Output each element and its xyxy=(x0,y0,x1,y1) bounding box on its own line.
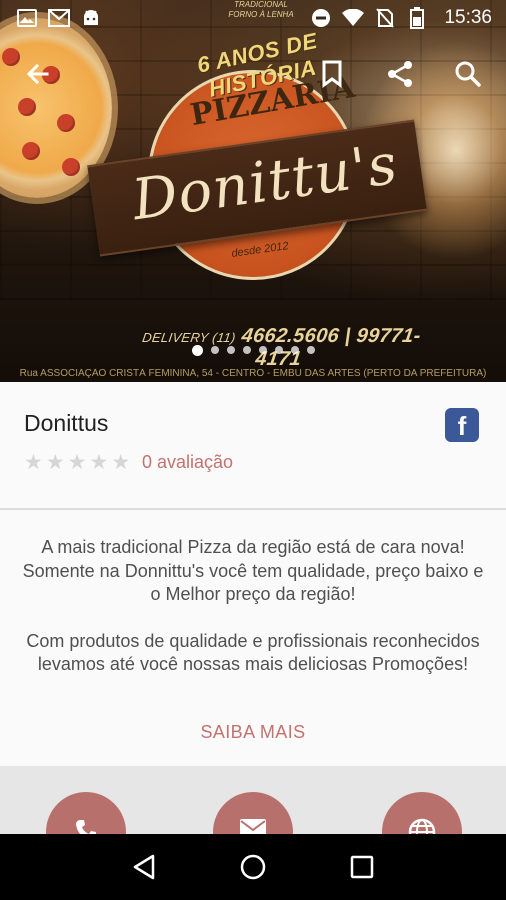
bookmark-icon[interactable] xyxy=(314,56,350,92)
website-button[interactable] xyxy=(382,792,462,834)
carousel-dot[interactable] xyxy=(258,346,267,354)
star-icon[interactable]: ★ xyxy=(111,452,130,474)
phone-icon xyxy=(74,818,98,834)
section-divider xyxy=(0,508,506,510)
no-sim-icon xyxy=(374,8,396,28)
star-icon[interactable]: ★ xyxy=(46,452,65,474)
battery-icon xyxy=(406,7,428,29)
listing-title: Donittus xyxy=(24,410,109,436)
back-icon[interactable] xyxy=(124,847,164,887)
carousel-indicator[interactable] xyxy=(0,344,506,358)
android-icon xyxy=(80,9,102,27)
description-paragraph-1: A mais tradicional Pizza da região está … xyxy=(22,537,484,604)
do-not-disturb-icon xyxy=(310,9,332,27)
rating-stars[interactable]: ★ ★ ★ ★ ★ xyxy=(24,452,130,474)
recents-icon[interactable] xyxy=(342,847,382,887)
share-icon[interactable] xyxy=(382,56,418,92)
listing-header: Donittus f ★ ★ ★ ★ ★ 0 avaliação xyxy=(0,382,506,510)
star-icon[interactable]: ★ xyxy=(24,452,43,474)
star-icon[interactable]: ★ xyxy=(68,452,87,474)
wifi-icon xyxy=(342,9,365,27)
globe-icon xyxy=(408,818,436,834)
banner-address: Rua ASSOCIAÇÃO CRISTÃ FEMININA, 54 - CEN… xyxy=(19,368,487,379)
carousel-dot[interactable] xyxy=(274,346,283,354)
rating-count[interactable]: 0 avaliação xyxy=(142,452,233,473)
carousel-dot[interactable] xyxy=(191,344,203,356)
back-arrow-icon[interactable] xyxy=(20,56,56,92)
facebook-icon[interactable]: f xyxy=(445,408,479,442)
system-navigation-bar xyxy=(0,834,506,900)
app-toolbar xyxy=(0,48,506,100)
carousel-dot[interactable] xyxy=(226,346,235,354)
carousel-dot[interactable] xyxy=(242,346,251,354)
description: A mais tradicional Pizza da região está … xyxy=(0,536,506,677)
status-time: 15:36 xyxy=(444,7,492,28)
saiba-mais-link[interactable]: SAIBA MAIS xyxy=(0,722,506,743)
call-button[interactable] xyxy=(46,792,126,834)
contact-actions xyxy=(0,766,506,834)
home-icon[interactable] xyxy=(233,847,273,887)
gmail-icon xyxy=(48,9,70,27)
email-icon xyxy=(239,818,267,834)
email-button[interactable] xyxy=(213,792,293,834)
search-icon[interactable] xyxy=(450,56,486,92)
status-left-icons xyxy=(16,9,102,27)
image-icon xyxy=(16,9,38,27)
carousel-dot[interactable] xyxy=(306,346,315,354)
toolbar-actions xyxy=(314,56,486,92)
carousel-dot[interactable] xyxy=(290,346,299,354)
delivery-prefix: DELIVERY (11) xyxy=(141,330,237,345)
description-paragraph-2: Com produtos de qualidade e profissionai… xyxy=(26,630,480,675)
star-icon[interactable]: ★ xyxy=(89,452,108,474)
status-bar: 15:36 xyxy=(0,0,506,36)
carousel-dot[interactable] xyxy=(210,346,219,354)
status-right-icons: 15:36 xyxy=(310,7,492,29)
